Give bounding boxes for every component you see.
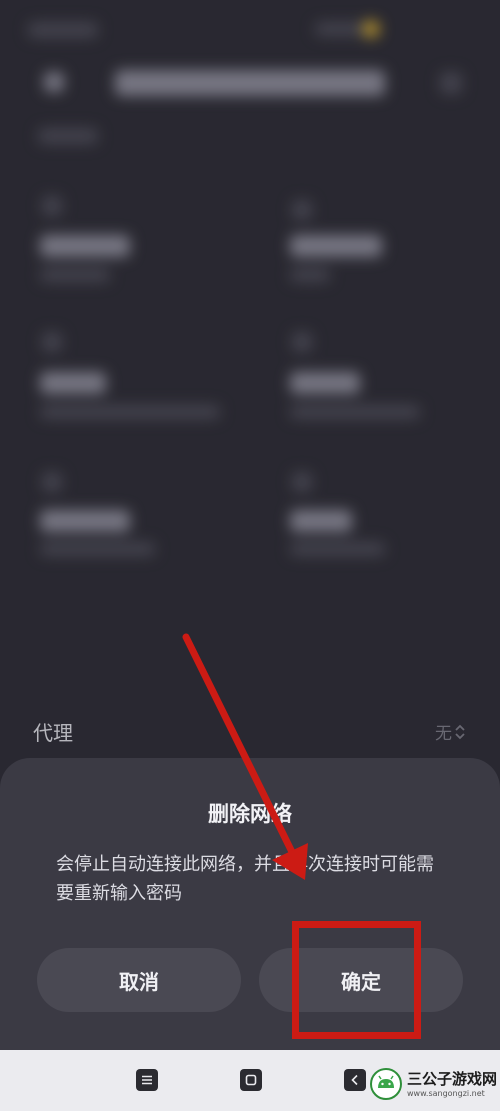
back-icon[interactable] bbox=[344, 1069, 366, 1091]
blurred-more-icon bbox=[440, 72, 462, 94]
proxy-setting-row[interactable]: 代理 无 bbox=[0, 705, 500, 753]
blurred-tile-icon bbox=[292, 200, 312, 220]
blurred-status-icons bbox=[315, 22, 365, 36]
blurred-tile-icon bbox=[292, 332, 312, 352]
blurred-section-header bbox=[38, 128, 98, 144]
delete-network-dialog: 删除网络 会停止自动连接此网络，并且再次连接时可能需要重新输入密码 取消 确定 bbox=[0, 758, 500, 1050]
blurred-tile-subtitle bbox=[40, 542, 155, 556]
dialog-message: 会停止自动连接此网络，并且再次连接时可能需要重新输入密码 bbox=[56, 854, 434, 904]
blurred-tile-subtitle bbox=[40, 405, 220, 419]
blurred-tile-title bbox=[290, 510, 352, 532]
watermark-url: www.sangongzi.net bbox=[407, 1088, 485, 1098]
blurred-tile-subtitle bbox=[290, 268, 330, 282]
blurred-tile-subtitle bbox=[40, 268, 110, 282]
site-watermark: 三公子游戏网 www.sangongzi.net bbox=[370, 1062, 497, 1106]
blurred-tile-title bbox=[40, 510, 130, 532]
blurred-page-title bbox=[115, 70, 385, 96]
up-down-arrows-icon bbox=[455, 724, 465, 739]
blurred-tile-icon bbox=[292, 472, 312, 492]
blurred-tile-title bbox=[290, 235, 382, 257]
blurred-tile-subtitle bbox=[290, 542, 385, 556]
blurred-back-icon bbox=[44, 72, 64, 92]
blurred-tile-title bbox=[40, 235, 130, 257]
blurred-tile-icon bbox=[42, 472, 62, 492]
proxy-label: 代理 bbox=[33, 721, 73, 745]
blurred-status-time bbox=[28, 22, 98, 38]
annotation-highlight-box bbox=[292, 921, 421, 1039]
blurred-battery-icon bbox=[362, 20, 380, 38]
blurred-tile-icon bbox=[42, 196, 62, 216]
menu-icon[interactable] bbox=[136, 1069, 158, 1091]
blurred-network-details bbox=[0, 0, 500, 700]
dialog-title: 删除网络 bbox=[208, 802, 292, 826]
blurred-tile-icon bbox=[42, 332, 62, 352]
android-logo-icon bbox=[370, 1068, 402, 1100]
blurred-tile-title bbox=[290, 372, 360, 394]
home-icon[interactable] bbox=[240, 1069, 262, 1091]
cancel-button[interactable]: 取消 bbox=[37, 948, 241, 1012]
blurred-tile-title bbox=[40, 372, 106, 394]
watermark-title: 三公子游戏网 bbox=[407, 1069, 498, 1088]
blurred-tile-subtitle bbox=[290, 405, 420, 419]
proxy-value-selector[interactable]: 无 bbox=[435, 719, 466, 744]
proxy-value: 无 bbox=[435, 724, 452, 744]
